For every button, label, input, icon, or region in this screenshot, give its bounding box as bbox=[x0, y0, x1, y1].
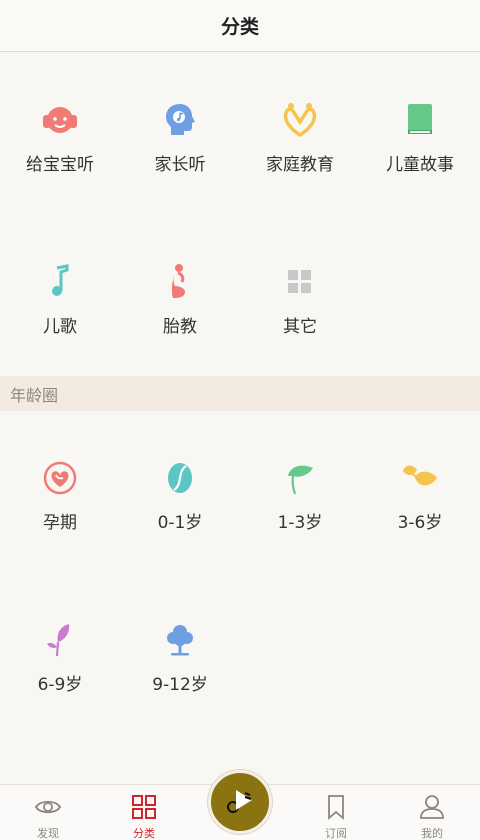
plant-icon bbox=[40, 620, 80, 660]
age-pregnancy[interactable]: 孕期 bbox=[0, 458, 120, 538]
header-bar: 分类 bbox=[0, 0, 480, 52]
bookmark-icon bbox=[322, 793, 350, 821]
category-label: 家庭教育 bbox=[266, 155, 334, 175]
page-title: 分类 bbox=[220, 16, 259, 38]
category-other[interactable]: 其它 bbox=[240, 262, 360, 342]
category-nursery-rhymes[interactable]: 儿歌 bbox=[0, 262, 120, 342]
age-label: 9-12岁 bbox=[152, 675, 208, 695]
age-label: 6-9岁 bbox=[37, 675, 83, 695]
age-section-header: 年龄圈 bbox=[0, 376, 480, 411]
section-title: 年龄圈 bbox=[10, 385, 59, 405]
play-button[interactable] bbox=[208, 770, 272, 834]
family-heart-icon bbox=[280, 100, 320, 140]
category-parent-listen[interactable]: 家长听 bbox=[120, 100, 240, 180]
pregnant-icon bbox=[160, 262, 200, 302]
category-prenatal[interactable]: 胎教 bbox=[120, 262, 240, 342]
seed-icon bbox=[160, 458, 200, 498]
category-label: 家长听 bbox=[154, 155, 206, 175]
eye-icon bbox=[34, 793, 62, 821]
age-3-6[interactable]: 3-6岁 bbox=[360, 458, 480, 538]
sprout-icon bbox=[280, 458, 320, 498]
age-label: 1-3岁 bbox=[277, 513, 323, 533]
tab-label: 发现 bbox=[37, 827, 59, 840]
user-icon bbox=[418, 793, 446, 821]
tab-discover[interactable]: 发现 bbox=[0, 785, 96, 840]
book-icon bbox=[400, 100, 440, 140]
age-label: 孕期 bbox=[43, 513, 77, 533]
age-0-1[interactable]: 0-1岁 bbox=[120, 458, 240, 538]
tab-categories[interactable]: 分类 bbox=[96, 785, 192, 840]
tab-label: 订阅 bbox=[325, 827, 347, 840]
category-grid-icon bbox=[130, 793, 158, 821]
tab-subscriptions[interactable]: 订阅 bbox=[288, 785, 384, 840]
music-note-icon bbox=[40, 262, 80, 302]
tab-label: 我的 bbox=[421, 827, 443, 840]
head-music-icon bbox=[160, 100, 200, 140]
age-1-3[interactable]: 1-3岁 bbox=[240, 458, 360, 538]
pregnancy-heart-icon bbox=[40, 458, 80, 498]
baby-headphones-icon bbox=[40, 100, 80, 140]
leaves-icon bbox=[400, 458, 440, 498]
category-family-education[interactable]: 家庭教育 bbox=[240, 100, 360, 180]
category-kids-stories[interactable]: 儿童故事 bbox=[360, 100, 480, 180]
tab-label: 分类 bbox=[133, 827, 155, 840]
tab-mine[interactable]: 我的 bbox=[384, 785, 480, 840]
age-9-12[interactable]: 9-12岁 bbox=[120, 620, 240, 700]
category-label: 给宝宝听 bbox=[26, 155, 94, 175]
category-baby-listen[interactable]: 给宝宝听 bbox=[0, 100, 120, 180]
play-icon bbox=[225, 785, 255, 819]
age-label: 0-1岁 bbox=[157, 513, 203, 533]
category-label: 其它 bbox=[283, 317, 317, 337]
tree-icon bbox=[160, 620, 200, 660]
category-label: 儿童故事 bbox=[386, 155, 454, 175]
category-label: 儿歌 bbox=[43, 317, 77, 337]
category-label: 胎教 bbox=[163, 317, 197, 337]
age-6-9[interactable]: 6-9岁 bbox=[0, 620, 120, 700]
grid-icon bbox=[280, 262, 320, 302]
age-label: 3-6岁 bbox=[397, 513, 443, 533]
